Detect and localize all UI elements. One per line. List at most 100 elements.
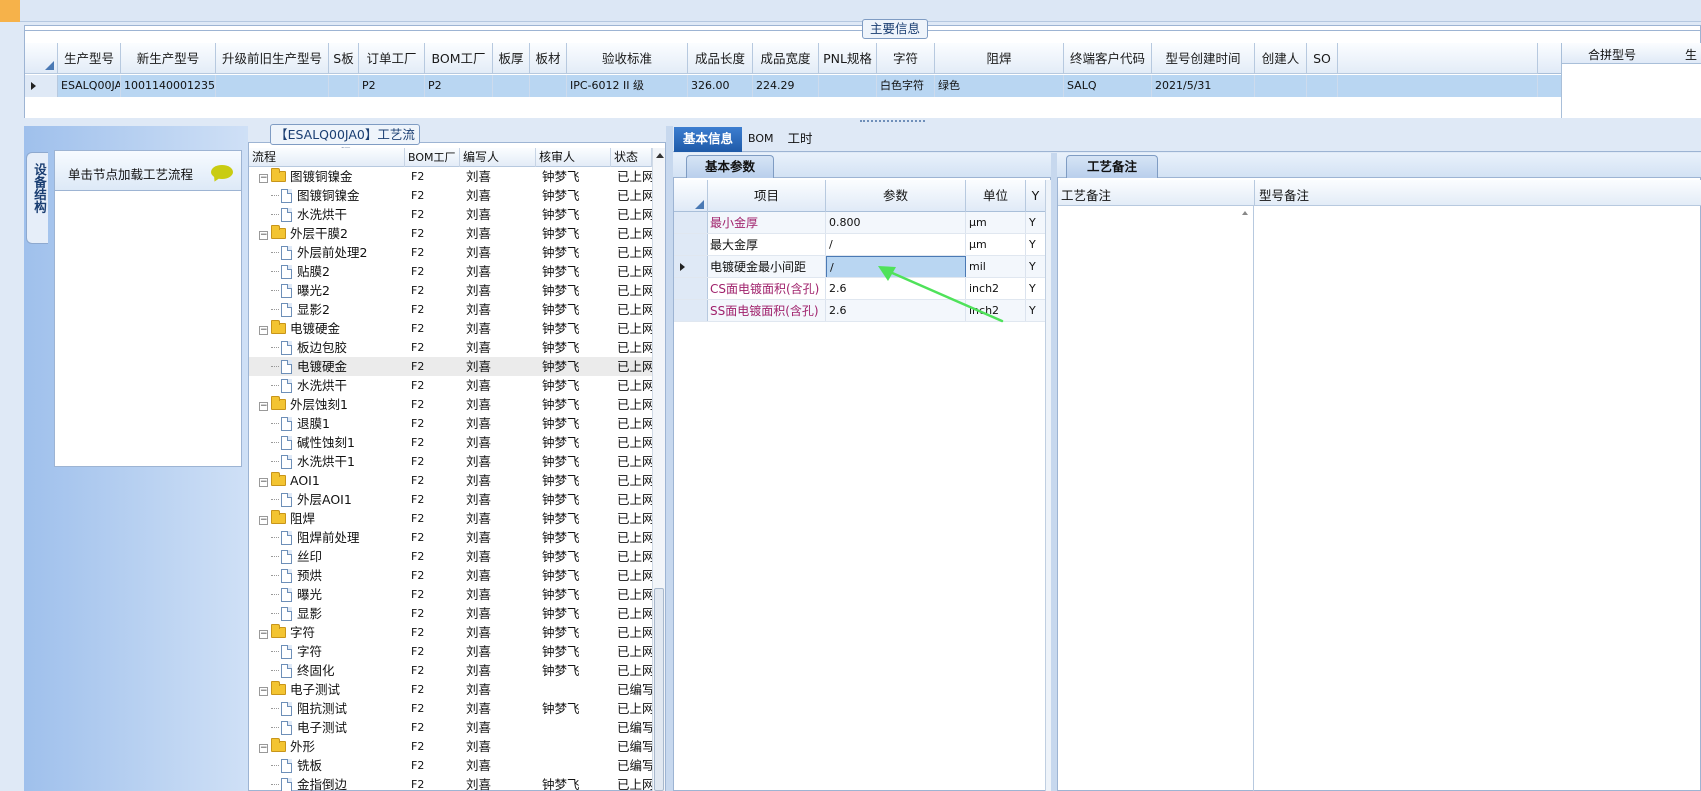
tree-group-node[interactable]: − AOI1	[249, 471, 405, 490]
tab-hours[interactable]: 工时	[786, 131, 814, 149]
process-tree-row[interactable]: − 图镀铜镍金 F2 刘喜 钟梦飞 已上网	[249, 167, 652, 186]
process-tree-row[interactable]: 金指倒边 F2 刘喜 钟梦飞 已上网	[249, 775, 652, 791]
params-col-header[interactable]: 参数	[826, 180, 966, 212]
tree-leaf-node[interactable]: 丝印	[249, 547, 405, 566]
collapse-icon[interactable]: −	[259, 326, 268, 335]
tree-group-node[interactable]: − 字符	[249, 623, 405, 642]
process-tree-row[interactable]: − 阻焊 F2 刘喜 钟梦飞 已上网	[249, 509, 652, 528]
main-col-header[interactable]: 订单工厂	[359, 43, 425, 74]
main-col-header[interactable]: 终端客户代码	[1064, 43, 1152, 74]
process-tree-row[interactable]: 水洗烘干1 F2 刘喜 钟梦飞 已上网	[249, 452, 652, 471]
main-row-cell[interactable]	[530, 75, 567, 97]
notes-process-textarea[interactable]	[1058, 206, 1254, 791]
scroll-up-icon[interactable]	[656, 153, 664, 158]
notes-model-textarea[interactable]	[1255, 206, 1701, 791]
main-col-header[interactable]: SO	[1307, 43, 1338, 74]
tree-col-header[interactable]: 核审人	[536, 148, 611, 167]
process-tree-row[interactable]: 水洗烘干 F2 刘喜 钟梦飞 已上网	[249, 205, 652, 224]
collapse-icon[interactable]: −	[259, 174, 268, 183]
tree-leaf-node[interactable]: 终固化	[249, 661, 405, 680]
process-tree-row[interactable]: 板边包胶 F2 刘喜 钟梦飞 已上网	[249, 338, 652, 357]
process-tree-row[interactable]: − 外层干膜2 F2 刘喜 钟梦飞 已上网	[249, 224, 652, 243]
main-row-cell[interactable]	[819, 75, 877, 97]
main-col-header[interactable]: 成品宽度	[753, 43, 819, 74]
main-col-header[interactable]: 阻焊	[935, 43, 1064, 74]
main-col-header[interactable]: 字符	[877, 43, 935, 74]
process-tree-row[interactable]: − 电子测试 F2 刘喜 已编写	[249, 680, 652, 699]
process-tree-row[interactable]: 阻抗测试 F2 刘喜 钟梦飞 已上网	[249, 699, 652, 718]
tree-group-node[interactable]: − 电镀硬金	[249, 319, 405, 338]
main-row-cell[interactable]: P2	[425, 75, 493, 97]
collapse-icon[interactable]: −	[259, 402, 268, 411]
params-col-header[interactable]: 单位	[966, 180, 1026, 212]
tree-leaf-node[interactable]: 外层前处理2	[249, 243, 405, 262]
collapse-icon[interactable]: −	[259, 231, 268, 240]
main-col-header[interactable]: 生产型号	[58, 43, 121, 74]
collapse-icon[interactable]: −	[259, 516, 268, 525]
main-col-header[interactable]: PNL规格	[819, 43, 877, 74]
process-tree-row[interactable]: − 字符 F2 刘喜 钟梦飞 已上网	[249, 623, 652, 642]
process-tree-row[interactable]: − AOI1 F2 刘喜 钟梦飞 已上网	[249, 471, 652, 490]
vertical-splitter-1[interactable]	[666, 126, 673, 791]
tree-leaf-node[interactable]: 阻抗测试	[249, 699, 405, 718]
tree-leaf-node[interactable]: 板边包胶	[249, 338, 405, 357]
collapse-icon[interactable]: −	[259, 478, 268, 487]
tree-group-node[interactable]: − 电子测试	[249, 680, 405, 699]
main-row-cell[interactable]: IPC-6012 II 级	[567, 75, 688, 97]
tab-basic-params[interactable]: 基本参数	[686, 155, 774, 178]
main-col-header[interactable]: 型号创建时间	[1152, 43, 1255, 74]
main-col-header[interactable]: 板材	[530, 43, 567, 74]
tree-leaf-node[interactable]: 显影2	[249, 300, 405, 319]
process-tree-row[interactable]: 丝印 F2 刘喜 钟梦飞 已上网	[249, 547, 652, 566]
process-tree-row[interactable]: 字符 F2 刘喜 钟梦飞 已上网	[249, 642, 652, 661]
process-tree-row[interactable]: 碱性蚀刻1 F2 刘喜 钟梦飞 已上网	[249, 433, 652, 452]
process-tree-row[interactable]: 曝光2 F2 刘喜 钟梦飞 已上网	[249, 281, 652, 300]
main-col-header[interactable]: 创建人	[1255, 43, 1307, 74]
process-tree-scrollbar[interactable]	[652, 148, 665, 791]
process-tree-row[interactable]: 阻焊前处理 F2 刘喜 钟梦飞 已上网	[249, 528, 652, 547]
process-tree-row[interactable]: 显影 F2 刘喜 钟梦飞 已上网	[249, 604, 652, 623]
process-tree-row[interactable]: 显影2 F2 刘喜 钟梦飞 已上网	[249, 300, 652, 319]
params-row[interactable]: 最小金厚 0.800 μm Y	[674, 212, 1049, 234]
main-col-header[interactable]: 升级前旧生产型号	[216, 43, 329, 74]
tree-leaf-node[interactable]: 外层AOI1	[249, 490, 405, 509]
tree-leaf-node[interactable]: 显影	[249, 604, 405, 623]
tree-group-node[interactable]: − 图镀铜镍金	[249, 167, 405, 186]
params-row[interactable]: 最大金厚 / μm Y	[674, 234, 1049, 256]
main-row-cell[interactable]	[1307, 75, 1338, 97]
main-col-header[interactable]: BOM工厂	[425, 43, 493, 74]
collapse-icon[interactable]: −	[259, 630, 268, 639]
main-col-header[interactable]: 验收标准	[567, 43, 688, 74]
main-row-cell[interactable]	[216, 75, 329, 97]
process-tree-row[interactable]: 电镀硬金 F2 刘喜 钟梦飞 已上网	[249, 357, 652, 376]
main-row-cell[interactable]: 白色字符	[877, 75, 935, 97]
notes-scroll-up-icon[interactable]	[1242, 211, 1248, 215]
process-tree-row[interactable]: − 外层蚀刻1 F2 刘喜 钟梦飞 已上网	[249, 395, 652, 414]
params-row-indicator[interactable]	[674, 278, 708, 299]
tree-leaf-node[interactable]: 贴膜2	[249, 262, 405, 281]
tree-col-header[interactable]: BOM工厂	[405, 148, 460, 167]
process-tree-row[interactable]: 图镀铜镍金 F2 刘喜 钟梦飞 已上网	[249, 186, 652, 205]
tree-leaf-node[interactable]: 水洗烘干	[249, 376, 405, 395]
tree-leaf-node[interactable]: 水洗烘干1	[249, 452, 405, 471]
params-row-indicator[interactable]	[674, 300, 708, 321]
tree-group-node[interactable]: − 阻焊	[249, 509, 405, 528]
main-col-header[interactable]: 新生产型号	[121, 43, 216, 74]
tree-leaf-node[interactable]: 电镀硬金	[249, 357, 405, 376]
params-row-indicator[interactable]	[674, 212, 708, 233]
process-tree-row[interactable]: 贴膜2 F2 刘喜 钟梦飞 已上网	[249, 262, 652, 281]
process-tree-row[interactable]: 曝光 F2 刘喜 钟梦飞 已上网	[249, 585, 652, 604]
collapse-icon[interactable]: −	[259, 744, 268, 753]
tree-col-header[interactable]: 流程	[249, 148, 405, 167]
process-tree-row[interactable]: 电子测试 F2 刘喜 已编写	[249, 718, 652, 737]
main-row-cell[interactable]: ESALQ00JA0	[58, 75, 121, 97]
process-tree-row[interactable]: 退膜1 F2 刘喜 钟梦飞 已上网	[249, 414, 652, 433]
process-tree-row[interactable]: 预烘 F2 刘喜 钟梦飞 已上网	[249, 566, 652, 585]
main-row-cell[interactable]	[493, 75, 530, 97]
params-row-indicator[interactable]	[674, 256, 708, 277]
params-row-indicator[interactable]	[674, 234, 708, 255]
tree-leaf-node[interactable]: 铣板	[249, 756, 405, 775]
params-col-header[interactable]: Y	[1026, 180, 1046, 212]
main-row-cell[interactable]	[329, 75, 359, 97]
process-tree-row[interactable]: − 电镀硬金 F2 刘喜 钟梦飞 已上网	[249, 319, 652, 338]
